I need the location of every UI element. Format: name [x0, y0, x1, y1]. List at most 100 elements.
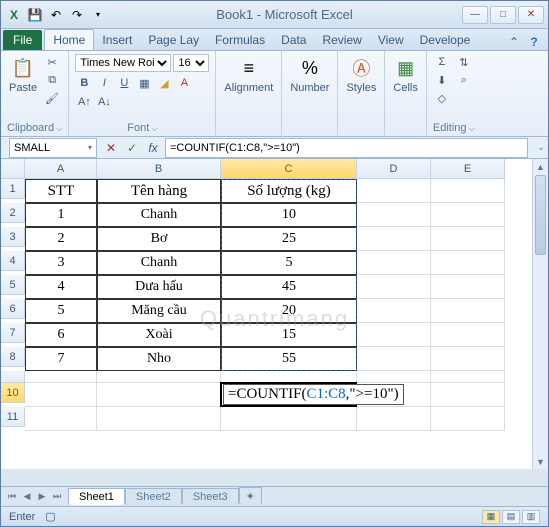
name-box-dropdown-icon[interactable]: ▾: [88, 143, 92, 152]
cell-b11[interactable]: [97, 407, 221, 431]
format-painter-icon[interactable]: 🖌: [43, 90, 61, 106]
cell-d2[interactable]: [357, 203, 431, 227]
cell-c7[interactable]: 15: [221, 323, 357, 347]
sheet-nav-prev-icon[interactable]: ◀: [20, 490, 34, 504]
cell-a10[interactable]: [25, 383, 97, 407]
cell-d8[interactable]: [357, 347, 431, 371]
copy-icon[interactable]: ⧉: [43, 72, 61, 88]
macro-record-icon[interactable]: ▢: [45, 510, 55, 523]
cell-c8[interactable]: 55: [221, 347, 357, 371]
paste-button[interactable]: 📋 Paste: [7, 54, 39, 96]
cell-a11[interactable]: [25, 407, 97, 431]
tab-insert[interactable]: Insert: [94, 30, 140, 50]
sheet-nav-last-icon[interactable]: ⏭: [50, 490, 64, 504]
tab-formulas[interactable]: Formulas: [207, 30, 273, 50]
tab-page-layout[interactable]: Page Lay: [140, 30, 207, 50]
minimize-button[interactable]: —: [462, 6, 488, 24]
sheet-tab-1[interactable]: Sheet1: [68, 488, 125, 505]
styles-button[interactable]: ⒶStyles: [344, 54, 378, 96]
cell-c4[interactable]: 5: [221, 251, 357, 275]
cell-d9[interactable]: [357, 371, 431, 383]
font-color-button[interactable]: A: [175, 75, 193, 91]
cell-e4[interactable]: [431, 251, 505, 275]
row-header-2[interactable]: 2: [1, 203, 25, 223]
row-header-4[interactable]: 4: [1, 251, 25, 271]
cell-c9[interactable]: [221, 371, 357, 383]
sheet-nav-first-icon[interactable]: ⏮: [5, 490, 19, 504]
row-header-6[interactable]: 6: [1, 299, 25, 319]
decrease-font-icon[interactable]: A↓: [95, 94, 113, 110]
cell-b2[interactable]: Chanh: [97, 203, 221, 227]
tab-home[interactable]: Home: [44, 29, 94, 50]
autosum-icon[interactable]: Σ: [433, 54, 451, 70]
cell-a7[interactable]: 6: [25, 323, 97, 347]
cell-c6[interactable]: 20: [221, 299, 357, 323]
row-header-3[interactable]: 3: [1, 227, 25, 247]
cell-e5[interactable]: [431, 275, 505, 299]
cell-b9[interactable]: [97, 371, 221, 383]
cell-c5[interactable]: 45: [221, 275, 357, 299]
sheet-nav-next-icon[interactable]: ▶: [35, 490, 49, 504]
find-icon[interactable]: ⌕: [455, 72, 473, 88]
clear-icon[interactable]: ◇: [433, 90, 451, 106]
cell-b6[interactable]: Măng cầu: [97, 299, 221, 323]
cell-d11[interactable]: [357, 407, 431, 431]
row-header-7[interactable]: 7: [1, 323, 25, 343]
cell-e10[interactable]: [431, 383, 505, 407]
expand-formula-bar-icon[interactable]: ⌄: [534, 142, 548, 153]
cell-b5[interactable]: Dưa hấu: [97, 275, 221, 299]
underline-button[interactable]: U: [115, 75, 133, 91]
minimize-ribbon-icon[interactable]: ⌃: [506, 34, 522, 50]
redo-icon[interactable]: ↷: [68, 6, 86, 24]
cell-d3[interactable]: [357, 227, 431, 251]
cancel-formula-button[interactable]: ✕: [101, 139, 121, 157]
cell-d7[interactable]: [357, 323, 431, 347]
cut-icon[interactable]: ✂: [43, 54, 61, 70]
cell-e7[interactable]: [431, 323, 505, 347]
view-normal-icon[interactable]: ▦: [482, 510, 500, 524]
cell-d6[interactable]: [357, 299, 431, 323]
tab-view[interactable]: View: [370, 30, 412, 50]
sheet-tab-2[interactable]: Sheet2: [125, 488, 182, 505]
row-header-10[interactable]: 10: [1, 383, 25, 403]
cell-c1[interactable]: Số lượng (kg): [221, 179, 357, 203]
cell-e1[interactable]: [431, 179, 505, 203]
col-header-a[interactable]: A: [25, 159, 97, 179]
cell-b4[interactable]: Chanh: [97, 251, 221, 275]
scroll-thumb[interactable]: [535, 175, 546, 255]
cell-e11[interactable]: [431, 407, 505, 431]
fill-icon[interactable]: ⬇: [433, 72, 451, 88]
cell-e9[interactable]: [431, 371, 505, 383]
sheet-tab-3[interactable]: Sheet3: [182, 488, 239, 505]
cell-a5[interactable]: 4: [25, 275, 97, 299]
scroll-up-arrow-icon[interactable]: ▲: [533, 159, 548, 174]
row-header-5[interactable]: 5: [1, 275, 25, 295]
italic-button[interactable]: I: [95, 75, 113, 91]
cell-d5[interactable]: [357, 275, 431, 299]
col-header-c[interactable]: C: [221, 159, 357, 179]
formula-bar-input[interactable]: =COUNTIF(C1:C8,">=10"): [165, 138, 528, 158]
view-page-layout-icon[interactable]: ▤: [502, 510, 520, 524]
cell-a2[interactable]: 1: [25, 203, 97, 227]
border-button[interactable]: ▦: [135, 75, 153, 91]
worksheet-grid[interactable]: A B C D E 1 STT Tên hàng Số lượng (kg) 2…: [1, 159, 548, 469]
row-header-8[interactable]: 8: [1, 347, 25, 367]
undo-icon[interactable]: ↶: [47, 6, 65, 24]
col-header-b[interactable]: B: [97, 159, 221, 179]
col-header-d[interactable]: D: [357, 159, 431, 179]
cell-a1[interactable]: STT: [25, 179, 97, 203]
sort-icon[interactable]: ⇅: [455, 54, 473, 70]
tab-review[interactable]: Review: [314, 30, 369, 50]
tab-data[interactable]: Data: [273, 30, 314, 50]
name-box[interactable]: SMALL ▾: [9, 138, 97, 158]
cell-b8[interactable]: Nho: [97, 347, 221, 371]
select-all-corner[interactable]: [1, 159, 25, 179]
col-header-e[interactable]: E: [431, 159, 505, 179]
row-header-11[interactable]: 11: [1, 407, 25, 427]
cell-c2[interactable]: 10: [221, 203, 357, 227]
bold-button[interactable]: B: [75, 75, 93, 91]
vertical-scrollbar[interactable]: ▲ ▼: [532, 159, 548, 469]
font-name-select[interactable]: Times New Roi: [75, 54, 171, 72]
cell-e3[interactable]: [431, 227, 505, 251]
cell-b3[interactable]: Bơ: [97, 227, 221, 251]
